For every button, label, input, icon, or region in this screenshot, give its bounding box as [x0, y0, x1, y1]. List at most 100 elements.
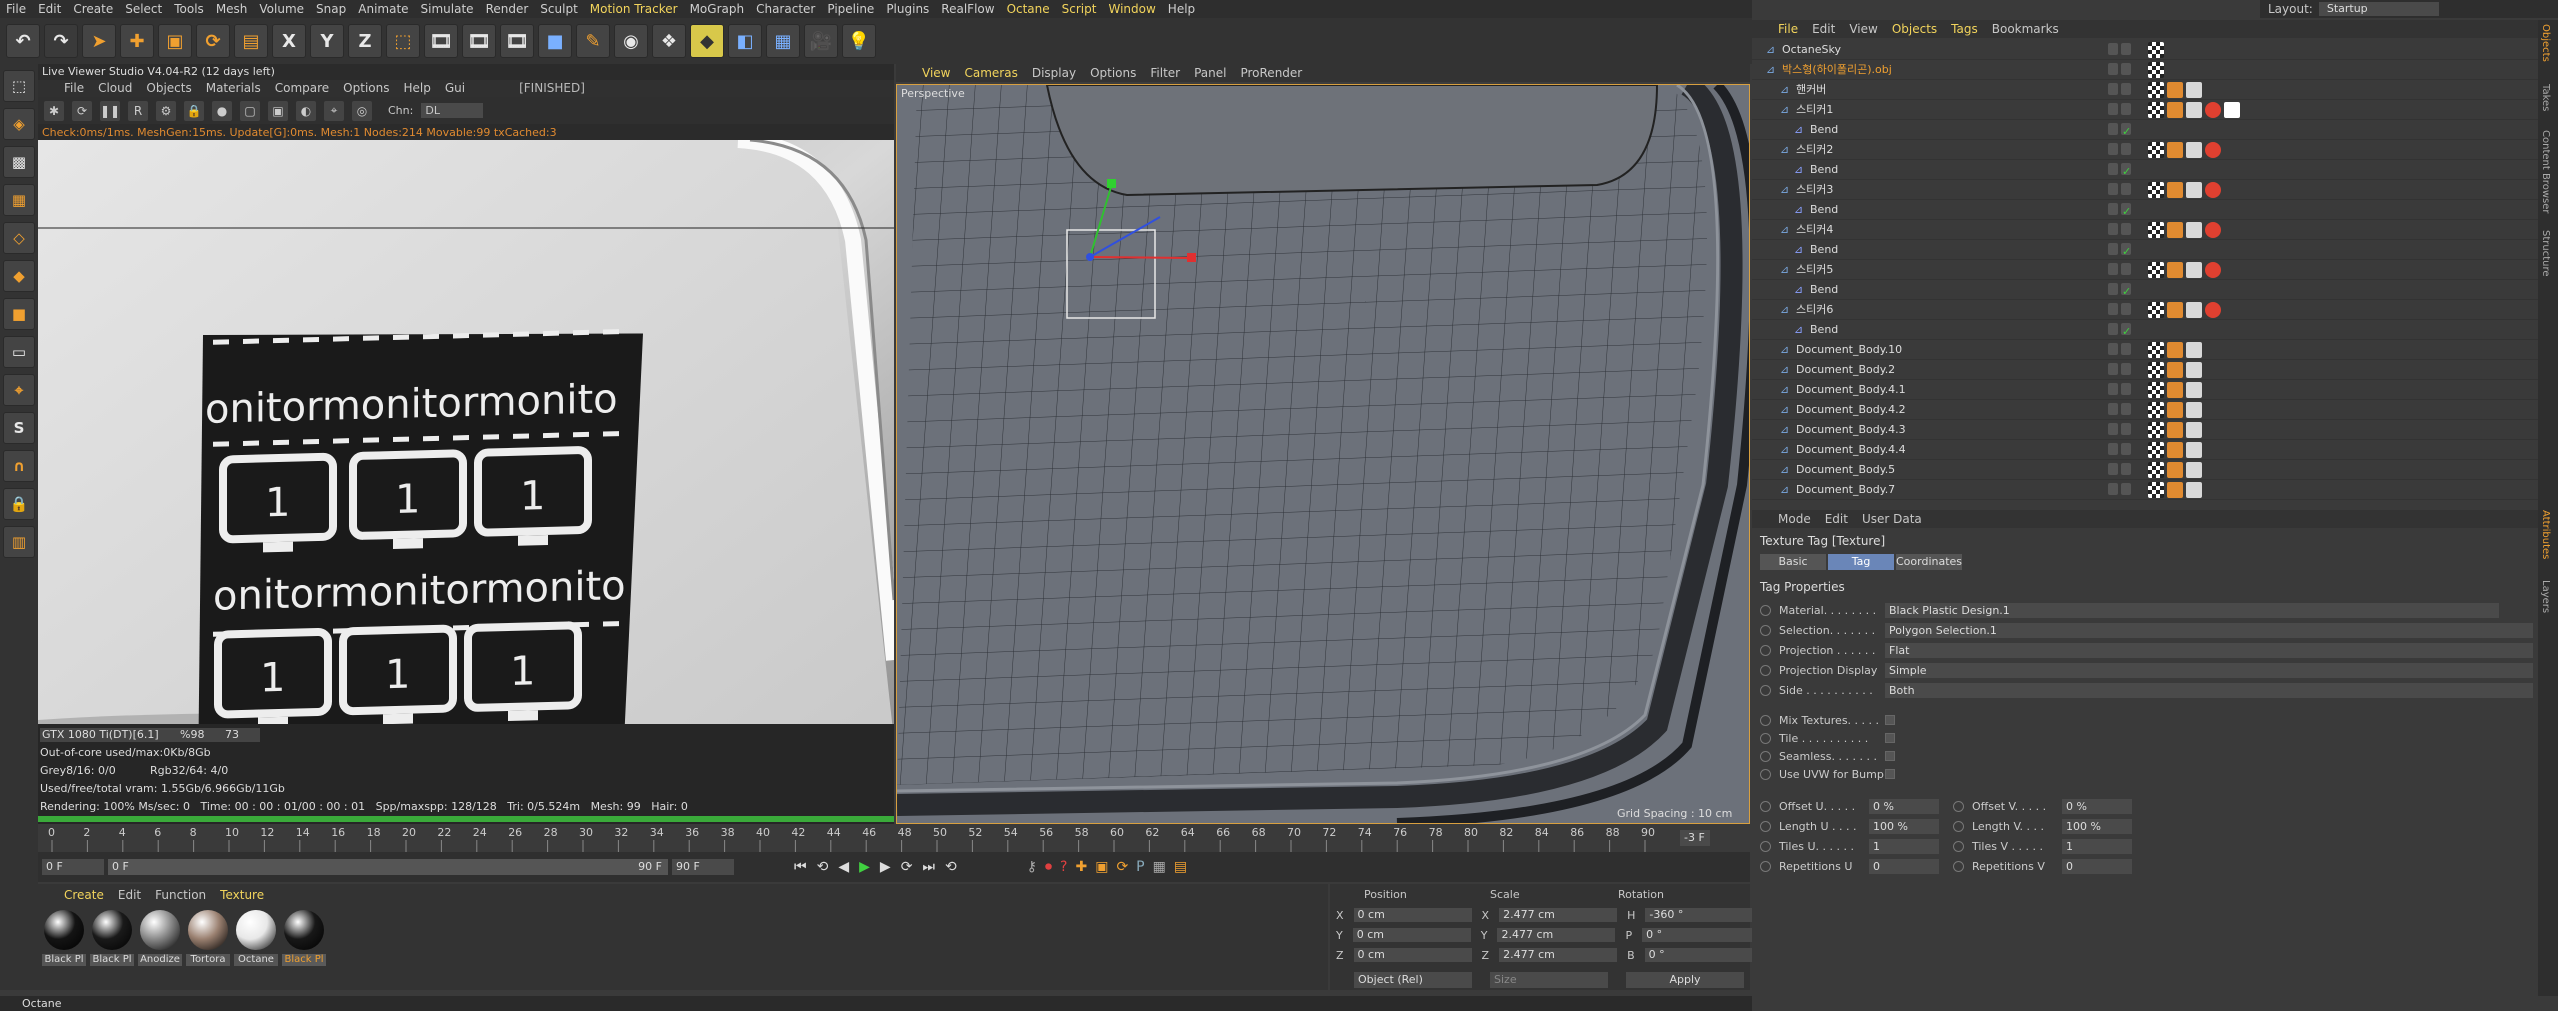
object-name[interactable]: Document_Body.4.4	[1796, 440, 1906, 460]
menu-render[interactable]: Render	[486, 2, 529, 16]
settings-gear-icon[interactable]: ⚙	[156, 100, 176, 121]
object-row[interactable]: ⊿ Document_Body.2	[1752, 360, 2538, 380]
tab-basic[interactable]: Basic	[1760, 554, 1826, 570]
coordinate-value-field[interactable]: 2.477 cm	[1497, 928, 1616, 942]
property-value-field[interactable]: Simple	[1885, 662, 2533, 678]
visibility-toggles[interactable]	[2108, 223, 2136, 237]
offset-value-field[interactable]: 0	[2062, 858, 2132, 874]
menu-character[interactable]: Character	[756, 2, 815, 16]
grid-plane-icon[interactable]: ▦	[766, 24, 800, 58]
coordinate-value-field[interactable]: 0 °	[1642, 928, 1761, 942]
object-row[interactable]: ⊿ Bend ✓	[1752, 320, 2538, 340]
material-tag-icon[interactable]	[2148, 442, 2164, 458]
animate-radio-icon[interactable]	[1760, 840, 1771, 852]
material-tag-icon[interactable]	[2186, 102, 2202, 118]
animate-radio-icon[interactable]	[1760, 604, 1771, 616]
lv-menu-objects[interactable]: Objects	[146, 80, 191, 97]
prev-key-icon[interactable]: ⟲	[817, 859, 829, 875]
axis-z-button[interactable]: Z	[348, 24, 382, 58]
object-name[interactable]: Bend	[1810, 240, 1838, 260]
animate-radio-icon[interactable]	[1760, 750, 1771, 762]
lv-menu-materials[interactable]: Materials	[206, 80, 261, 97]
object-row[interactable]: ⊿ 스티커3	[1752, 180, 2538, 200]
am-menu-edit[interactable]: Edit	[1825, 510, 1848, 528]
offset-value-field[interactable]: 100 %	[1869, 818, 1939, 834]
key-lock-icon[interactable]: ⚷	[1027, 859, 1037, 875]
material-tag-icon[interactable]	[2205, 302, 2221, 318]
material-swatch[interactable]: Black Pl	[282, 910, 326, 976]
coordinate-value-field[interactable]: -360 °	[1645, 908, 1764, 922]
object-row[interactable]: ⊿ 스티커5	[1752, 260, 2538, 280]
prev-frame-icon[interactable]: ◀	[838, 859, 849, 875]
material-tag-icon[interactable]	[2205, 102, 2221, 118]
material-tag-icon[interactable]	[2205, 262, 2221, 278]
floor-icon[interactable]: ◧	[728, 24, 762, 58]
end-frame-field[interactable]: 90 F	[672, 859, 734, 875]
enabled-check-icon[interactable]: ✓	[2122, 202, 2131, 222]
channel-dropdown[interactable]: DL	[421, 103, 484, 118]
material-swatch[interactable]: Tortora	[186, 910, 230, 976]
layer-icon[interactable]	[2108, 303, 2118, 315]
side-tab-attributes[interactable]: Attributes	[2540, 510, 2551, 559]
texture-mode-icon[interactable]: ▩	[3, 146, 35, 178]
offset-value-field[interactable]: 0 %	[2062, 798, 2132, 814]
key-scale-icon[interactable]: ▣	[1095, 859, 1108, 875]
visibility-toggles[interactable]	[2108, 83, 2136, 97]
animate-radio-icon[interactable]	[1760, 732, 1771, 744]
lv-menu-gui[interactable]: Gui	[445, 80, 465, 97]
vp-menu-filter[interactable]: Filter	[1150, 64, 1180, 82]
menu-create[interactable]: Create	[73, 2, 113, 16]
material-tag-icon[interactable]	[2186, 342, 2202, 358]
menu-animate[interactable]: Animate	[358, 2, 408, 16]
visibility-toggles[interactable]	[2108, 403, 2136, 417]
menu-volume[interactable]: Volume	[259, 2, 304, 16]
planar-workplane-icon[interactable]: ▥	[3, 526, 35, 558]
object-row[interactable]: ⊿ 스티커4	[1752, 220, 2538, 240]
visibility-dots-icon[interactable]	[2121, 223, 2131, 235]
property-value-field[interactable]: Flat	[1885, 642, 2533, 658]
magnet-icon[interactable]: ∩	[3, 450, 35, 482]
offset-value-field[interactable]: 0 %	[1869, 798, 1939, 814]
send-scene-icon[interactable]: ✱	[44, 100, 64, 121]
material-tag-icon[interactable]	[2167, 362, 2183, 378]
side-tab-structure[interactable]: Structure	[2540, 230, 2551, 277]
visibility-dots-icon[interactable]	[2121, 443, 2131, 455]
visibility-dots-icon[interactable]	[2121, 63, 2131, 75]
object-row[interactable]: ⊿ Document_Body.5	[1752, 460, 2538, 480]
next-frame-icon[interactable]: ▶	[880, 859, 891, 875]
material-ball-icon[interactable]: ●	[212, 100, 232, 121]
vp-menu-cameras[interactable]: Cameras	[964, 64, 1017, 82]
vp-menu-prorender[interactable]: ProRender	[1240, 64, 1302, 82]
layer-icon[interactable]	[2108, 183, 2118, 195]
material-tag-icon[interactable]	[2167, 222, 2183, 238]
go-to-end-icon[interactable]: ⏭	[922, 859, 935, 875]
layer-icon[interactable]	[2108, 103, 2118, 115]
deformer-icon[interactable]: ◆	[690, 24, 724, 58]
lock-icon[interactable]: 🔒	[184, 100, 204, 121]
material-tag-icon[interactable]	[2167, 382, 2183, 398]
visibility-toggles[interactable]	[2108, 423, 2136, 437]
visibility-dots-icon[interactable]	[2121, 43, 2131, 55]
animate-radio-icon[interactable]	[1760, 664, 1771, 676]
autokey-icon[interactable]: ?	[1060, 859, 1067, 875]
object-name[interactable]: 스티커1	[1796, 100, 1833, 120]
material-tag-icon[interactable]	[2167, 262, 2183, 278]
layer-icon[interactable]	[2108, 383, 2118, 395]
property-value-field[interactable]: Both	[1885, 682, 2533, 698]
layout-selector[interactable]: Layout: Startup	[2260, 0, 2558, 18]
material-tag-icon[interactable]	[2148, 82, 2164, 98]
layer-icon[interactable]	[2108, 463, 2118, 475]
object-row[interactable]: ⊿ OctaneSky	[1752, 40, 2538, 60]
layer-icon[interactable]	[2108, 323, 2118, 335]
visibility-dots-icon[interactable]	[2121, 483, 2131, 495]
enabled-check-icon[interactable]: ✓	[2122, 322, 2131, 342]
render-image[interactable]: onitormonitormonito onitormonitormonito …	[38, 140, 894, 800]
pause-icon[interactable]: ❚❚	[100, 100, 120, 121]
object-row[interactable]: ⊿ Document_Body.4.4	[1752, 440, 2538, 460]
loop-icon[interactable]: ⟲	[945, 859, 957, 875]
object-name[interactable]: 박스형(하이폴리곤).obj	[1782, 60, 1892, 80]
layer-icon[interactable]	[2108, 163, 2118, 175]
mm-menu-function[interactable]: Function	[155, 888, 206, 902]
layer-icon[interactable]	[2108, 403, 2118, 415]
animate-radio-icon[interactable]	[1953, 840, 1964, 852]
